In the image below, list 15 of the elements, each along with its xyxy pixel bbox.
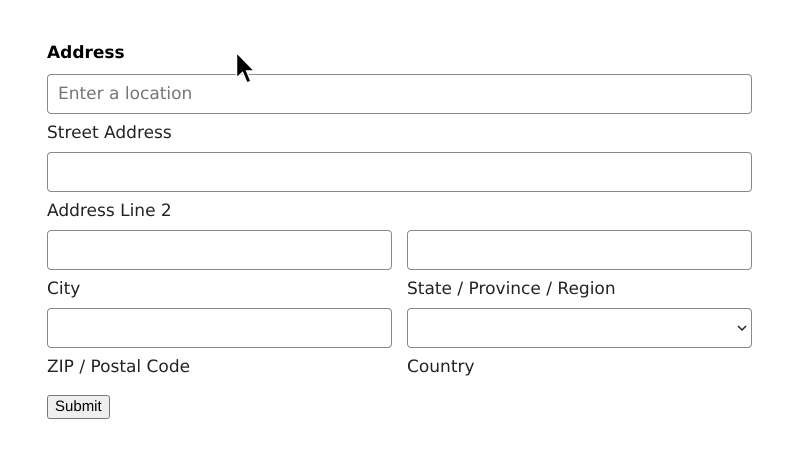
text-field[interactable] bbox=[407, 230, 752, 270]
text-field[interactable]: Enter a location bbox=[47, 74, 752, 114]
field-label: Street Address bbox=[47, 122, 173, 145]
text-field[interactable] bbox=[47, 152, 752, 192]
submit-button[interactable]: Submit bbox=[47, 395, 110, 419]
field-label: ZIP / Postal Code bbox=[47, 356, 192, 379]
field-label: City bbox=[47, 278, 82, 301]
text-field[interactable] bbox=[47, 230, 392, 270]
field-label: Country bbox=[407, 356, 476, 379]
text-field[interactable] bbox=[47, 308, 392, 348]
field-label: State / Province / Region bbox=[407, 278, 617, 301]
section-heading: Address bbox=[47, 42, 126, 65]
chevron-down-icon bbox=[737, 324, 747, 332]
country-select[interactable] bbox=[407, 308, 752, 348]
field-label: Address Line 2 bbox=[47, 200, 173, 223]
